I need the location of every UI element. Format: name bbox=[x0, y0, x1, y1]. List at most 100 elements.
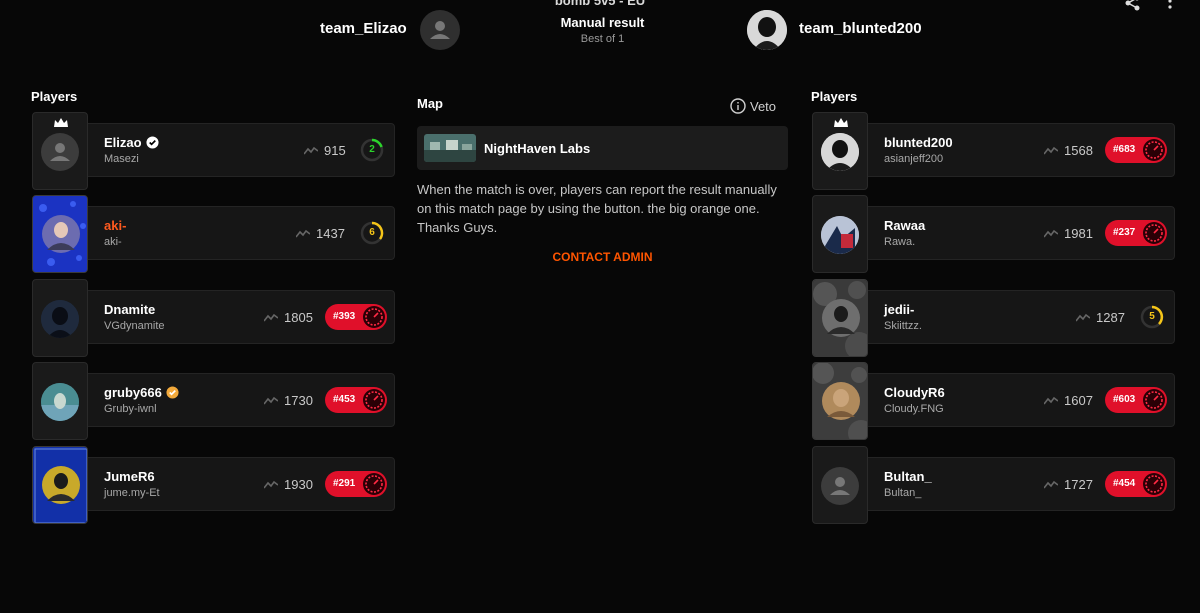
player-name[interactable]: gruby666 bbox=[104, 385, 179, 400]
avatar-photo bbox=[41, 300, 79, 338]
team-right-avatar[interactable] bbox=[747, 10, 787, 50]
player-avatar-tile bbox=[812, 195, 868, 273]
player-name[interactable]: blunted200 bbox=[884, 135, 953, 150]
challenger-gauge-icon bbox=[363, 389, 385, 411]
rank-badge: #291 bbox=[325, 471, 387, 497]
challenger-gauge-icon bbox=[363, 473, 385, 495]
player-avatar-tile bbox=[32, 446, 88, 524]
player-avatar-tile bbox=[32, 279, 88, 357]
player-nickname: jume.my-Et bbox=[104, 487, 160, 499]
trend-icon bbox=[264, 396, 278, 405]
player-nickname: aki- bbox=[104, 236, 122, 248]
player-card[interactable]: Bultan_ Bultan_ 1727 #454 bbox=[812, 446, 1175, 524]
avatar-photo bbox=[41, 383, 79, 421]
player-avatar-tile bbox=[812, 446, 868, 524]
map-title: Map bbox=[417, 96, 443, 111]
avatar bbox=[41, 133, 79, 171]
match-status: Manual result Best of 1 bbox=[0, 15, 1200, 45]
rank-badge: #237 bbox=[1105, 220, 1167, 246]
result-label: Manual result bbox=[560, 15, 645, 30]
trend-icon bbox=[1044, 146, 1058, 155]
player-card[interactable]: CloudyR6 Cloudy.FNG 1607 #603 bbox=[812, 362, 1175, 440]
avatar bbox=[821, 133, 859, 171]
match-title: bomb 5v5 - EU bbox=[554, 0, 646, 8]
level-badge: 2 bbox=[360, 138, 384, 162]
player-card[interactable]: gruby666 Gruby-iwnl 1730 #453 bbox=[32, 362, 395, 440]
avatar-background bbox=[813, 363, 867, 439]
player-avatar-tile bbox=[812, 362, 868, 440]
challenger-gauge-icon bbox=[1143, 222, 1165, 244]
player-elo: 1730 bbox=[264, 393, 313, 408]
player-name[interactable]: CloudyR6 bbox=[884, 385, 945, 400]
level-badge: 6 bbox=[360, 221, 384, 245]
player-card[interactable]: jedii- Skiittzz. 1287 5 bbox=[812, 279, 1175, 357]
avatar bbox=[821, 216, 859, 254]
player-nickname: Gruby-iwnl bbox=[104, 403, 157, 415]
info-icon bbox=[730, 98, 746, 114]
player-card[interactable]: Dnamite VGdynamite 1805 #393 bbox=[32, 279, 395, 357]
default-avatar-icon bbox=[830, 477, 850, 495]
avatar-background bbox=[813, 280, 867, 356]
trend-icon bbox=[296, 229, 310, 238]
player-elo: 1568 bbox=[1044, 143, 1093, 158]
challenger-gauge-icon bbox=[1143, 389, 1165, 411]
contact-admin-button[interactable]: CONTACT ADMIN bbox=[417, 250, 788, 264]
crown-icon bbox=[54, 118, 68, 127]
avatar-photo bbox=[821, 216, 859, 254]
team-left-avatar[interactable] bbox=[420, 10, 460, 50]
rank-badge: #454 bbox=[1105, 471, 1167, 497]
player-nickname: Rawa. bbox=[884, 236, 916, 248]
player-card[interactable]: aki- aki- 1437 6 bbox=[32, 195, 395, 273]
player-avatar-tile bbox=[32, 362, 88, 440]
map-image bbox=[424, 134, 476, 162]
player-name[interactable]: jedii- bbox=[884, 302, 914, 317]
player-name[interactable]: Elizao bbox=[104, 135, 159, 150]
avatar bbox=[41, 383, 79, 421]
player-nickname: asianjeff200 bbox=[884, 153, 944, 165]
player-card[interactable]: blunted200 asianjeff200 1568 #683 bbox=[812, 112, 1175, 190]
verified-icon bbox=[166, 386, 179, 399]
map-item[interactable]: NightHaven Labs bbox=[417, 126, 788, 170]
trend-icon bbox=[1076, 313, 1090, 322]
team-left-name[interactable]: team_Elizao bbox=[320, 20, 407, 37]
veto-button[interactable]: Veto bbox=[730, 98, 776, 114]
trend-icon bbox=[304, 146, 318, 155]
player-elo: 1607 bbox=[1044, 393, 1093, 408]
verified-icon bbox=[146, 136, 159, 149]
challenger-gauge-icon bbox=[1143, 139, 1165, 161]
challenger-gauge-icon bbox=[363, 306, 385, 328]
player-card[interactable]: Elizao Masezi 915 2 bbox=[32, 112, 395, 190]
player-name[interactable]: Rawaa bbox=[884, 218, 925, 233]
player-avatar-tile bbox=[812, 112, 868, 190]
trend-icon bbox=[264, 313, 278, 322]
player-nickname: Cloudy.FNG bbox=[884, 403, 944, 415]
player-avatar-tile bbox=[32, 195, 88, 273]
player-elo: 1930 bbox=[264, 477, 313, 492]
share-icon[interactable] bbox=[1124, 0, 1142, 12]
map-thumbnail bbox=[424, 134, 476, 162]
player-elo: 1727 bbox=[1044, 477, 1093, 492]
rank-badge: #603 bbox=[1105, 387, 1167, 413]
avatar-photo bbox=[821, 133, 859, 171]
player-card[interactable]: Rawaa Rawa. 1981 #237 bbox=[812, 195, 1175, 273]
more-vertical-icon[interactable] bbox=[1164, 0, 1176, 12]
player-avatar-tile bbox=[812, 279, 868, 357]
left-players-title: Players bbox=[31, 89, 78, 104]
challenger-gauge-icon bbox=[1143, 473, 1165, 495]
player-name[interactable]: Bultan_ bbox=[884, 469, 932, 484]
player-avatar-tile bbox=[32, 112, 88, 190]
player-nickname: Bultan_ bbox=[884, 487, 922, 499]
player-elo: 1437 bbox=[296, 226, 345, 241]
player-elo: 915 bbox=[304, 143, 346, 158]
rank-badge: #453 bbox=[325, 387, 387, 413]
team-right-name[interactable]: team_blunted200 bbox=[799, 20, 922, 37]
trend-icon bbox=[264, 480, 278, 489]
avatar-background bbox=[33, 196, 87, 272]
info-text: When the match is over, players can repo… bbox=[417, 182, 777, 235]
player-name[interactable]: Dnamite bbox=[104, 302, 155, 317]
player-nickname: Skiittzz. bbox=[884, 320, 922, 332]
player-name[interactable]: JumeR6 bbox=[104, 469, 155, 484]
trend-icon bbox=[1044, 480, 1058, 489]
player-name[interactable]: aki- bbox=[104, 218, 126, 233]
player-card[interactable]: JumeR6 jume.my-Et 1930 #291 bbox=[32, 446, 395, 524]
